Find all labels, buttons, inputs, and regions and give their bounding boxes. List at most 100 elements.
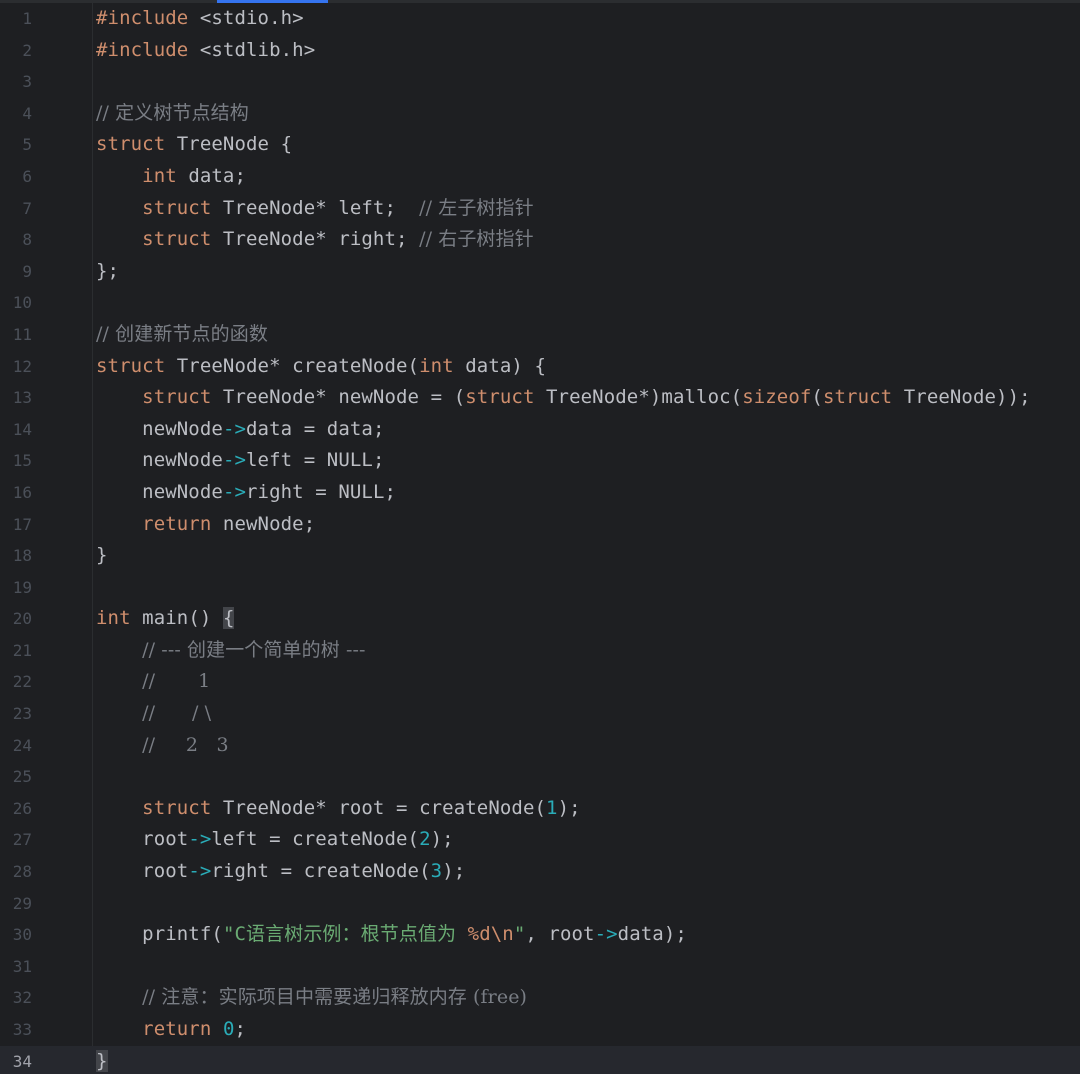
line-text[interactable]: // 注意：实际项目中需要递归释放内存 (free) bbox=[96, 982, 527, 1014]
line-text[interactable]: // 创建新节点的函数 bbox=[96, 319, 268, 351]
code-line[interactable]: 17 return newNode; bbox=[0, 509, 1080, 541]
line-text[interactable]: int main() { bbox=[96, 603, 235, 635]
code-token: newNode bbox=[96, 449, 223, 472]
code-token: %d bbox=[467, 923, 491, 946]
code-line[interactable]: 16 newNode->right = NULL; bbox=[0, 477, 1080, 509]
line-text[interactable]: struct TreeNode* left; // 左子树指针 bbox=[96, 193, 534, 225]
code-keyword: struct bbox=[96, 354, 166, 377]
line-number: 19 bbox=[12, 577, 32, 597]
code-line[interactable]: 21 // --- 创建一个简单的树 --- bbox=[0, 635, 1080, 667]
code-line[interactable]: 30 printf("C语言树示例：根节点值为 %d\n", root->dat… bbox=[0, 919, 1080, 951]
line-text[interactable]: struct TreeNode { bbox=[96, 129, 292, 161]
line-text[interactable]: return 0; bbox=[96, 1014, 246, 1046]
code-line[interactable]: 32 // 注意：实际项目中需要递归释放内存 (free) bbox=[0, 982, 1080, 1014]
line-text[interactable]: // 1 bbox=[96, 666, 210, 698]
code-token: TreeNode* right; bbox=[211, 228, 420, 251]
code-comment: // --- 创建一个简单的树 --- bbox=[142, 638, 366, 661]
line-text[interactable]: newNode->right = NULL; bbox=[96, 477, 396, 509]
code-line[interactable]: 8 struct TreeNode* right; // 右子树指针 bbox=[0, 224, 1080, 256]
line-text[interactable]: }; bbox=[96, 256, 119, 288]
code-line[interactable]: 22 // 1 bbox=[0, 666, 1080, 698]
code-keyword: struct bbox=[822, 386, 893, 409]
code-token: ); bbox=[557, 796, 581, 819]
code-line[interactable]: 29 bbox=[0, 888, 1080, 920]
line-text[interactable]: struct TreeNode* createNode(int data) { bbox=[96, 351, 546, 383]
code-keyword: struct bbox=[142, 196, 212, 219]
code-line[interactable]: 14 newNode->data = data; bbox=[0, 414, 1080, 446]
code-line[interactable]: 23 // / \ bbox=[0, 698, 1080, 730]
code-token: TreeNode* root = createNode( bbox=[211, 796, 547, 819]
code-line[interactable]: 1 #include <stdio.h> bbox=[0, 3, 1080, 35]
line-text[interactable]: struct TreeNode* newNode = (struct TreeN… bbox=[96, 382, 1031, 414]
line-number: 18 bbox=[12, 546, 32, 566]
code-line[interactable]: 2 #include <stdlib.h> bbox=[0, 35, 1080, 67]
code-token: data) { bbox=[453, 354, 547, 377]
code-token: data); bbox=[617, 923, 687, 946]
code-line[interactable]: 34} bbox=[0, 1045, 1080, 1074]
code-area[interactable]: 1 #include <stdio.h> 2 #include <stdlib.h> 3… bbox=[0, 3, 1080, 1074]
line-text[interactable]: root->right = createNode(3); bbox=[96, 856, 465, 888]
code-line[interactable]: 12 struct TreeNode* createNode(int data) … bbox=[0, 351, 1080, 383]
line-text[interactable]: // 2 3 bbox=[96, 730, 229, 762]
line-text[interactable]: } bbox=[96, 1046, 108, 1074]
line-text[interactable]: // --- 创建一个简单的树 --- bbox=[96, 635, 366, 667]
code-number: 1 bbox=[546, 796, 558, 819]
code-line[interactable]: 9}; bbox=[0, 256, 1080, 288]
line-text[interactable]: return newNode; bbox=[96, 509, 315, 541]
code-line[interactable]: 15 newNode->left = NULL; bbox=[0, 445, 1080, 477]
code-token: root bbox=[96, 828, 189, 851]
code-keyword: struct bbox=[142, 386, 212, 409]
code-token: main() bbox=[130, 607, 223, 630]
code-keyword: int bbox=[419, 354, 454, 377]
code-line[interactable]: 19 bbox=[0, 572, 1080, 604]
code-line[interactable]: 27 root->left = createNode(2); bbox=[0, 824, 1080, 856]
code-token: printf( bbox=[96, 923, 223, 946]
code-line[interactable]: 28 root->right = createNode(3); bbox=[0, 856, 1080, 888]
line-text[interactable]: #include <stdlib.h> bbox=[96, 35, 315, 67]
line-text[interactable]: #include <stdio.h> bbox=[96, 3, 304, 35]
line-text[interactable]: struct TreeNode* right; // 右子树指针 bbox=[96, 224, 534, 256]
code-token: -> bbox=[594, 923, 618, 946]
code-line[interactable]: 3 bbox=[0, 66, 1080, 98]
code-comment: // 注意：实际项目中需要递归释放内存 (free) bbox=[142, 986, 528, 1009]
line-number: 16 bbox=[12, 482, 32, 502]
code-line[interactable]: 7 struct TreeNode* left; // 左子树指针 bbox=[0, 193, 1080, 225]
code-line[interactable]: 26 struct TreeNode* root = createNode(1)… bbox=[0, 793, 1080, 825]
code-line[interactable]: 31 bbox=[0, 951, 1080, 983]
code-line[interactable]: 11 // 创建新节点的函数 bbox=[0, 319, 1080, 351]
line-text[interactable]: // / \ bbox=[96, 698, 211, 730]
code-line[interactable]: 25 bbox=[0, 761, 1080, 793]
code-line[interactable]: 33 return 0; bbox=[0, 1014, 1080, 1046]
code-number: 3 bbox=[430, 860, 443, 883]
line-text[interactable]: int data; bbox=[96, 161, 246, 193]
line-text[interactable]: printf("C语言树示例：根节点值为 %d\n", root->data); bbox=[96, 919, 687, 951]
line-number: 26 bbox=[12, 798, 32, 818]
code-number: 2 bbox=[419, 828, 431, 851]
code-line[interactable]: 18} bbox=[0, 540, 1080, 572]
code-line[interactable]: 4 // 定义树节点结构 bbox=[0, 98, 1080, 130]
line-text[interactable]: newNode->data = data; bbox=[96, 414, 384, 446]
code-token: ); bbox=[442, 860, 466, 883]
code-line[interactable]: 13 struct TreeNode* newNode = (struct Tr… bbox=[0, 382, 1080, 414]
code-line[interactable]: 20 int main() { bbox=[0, 603, 1080, 635]
line-text[interactable]: newNode->left = NULL; bbox=[96, 445, 384, 477]
code-line[interactable]: 5 struct TreeNode { bbox=[0, 129, 1080, 161]
code-keyword: sizeof bbox=[742, 386, 812, 409]
line-text[interactable]: root->left = createNode(2); bbox=[96, 824, 454, 856]
code-line[interactable]: 24 // 2 3 bbox=[0, 730, 1080, 762]
code-token: <stdlib.h> bbox=[188, 38, 316, 61]
line-number: 9 bbox=[22, 261, 32, 281]
line-number: 12 bbox=[12, 356, 32, 376]
code-line[interactable]: 10 bbox=[0, 287, 1080, 319]
line-text[interactable]: struct TreeNode* root = createNode(1); bbox=[96, 793, 581, 825]
line-text[interactable]: // 定义树节点结构 bbox=[96, 98, 249, 130]
line-number: 22 bbox=[12, 672, 32, 692]
code-editor[interactable]: 1 #include <stdio.h> 2 #include <stdlib.h> 3… bbox=[0, 0, 1080, 1074]
code-line[interactable]: 6 int data; bbox=[0, 161, 1080, 193]
code-keyword: return bbox=[142, 1018, 212, 1040]
line-text[interactable]: } bbox=[96, 540, 108, 572]
